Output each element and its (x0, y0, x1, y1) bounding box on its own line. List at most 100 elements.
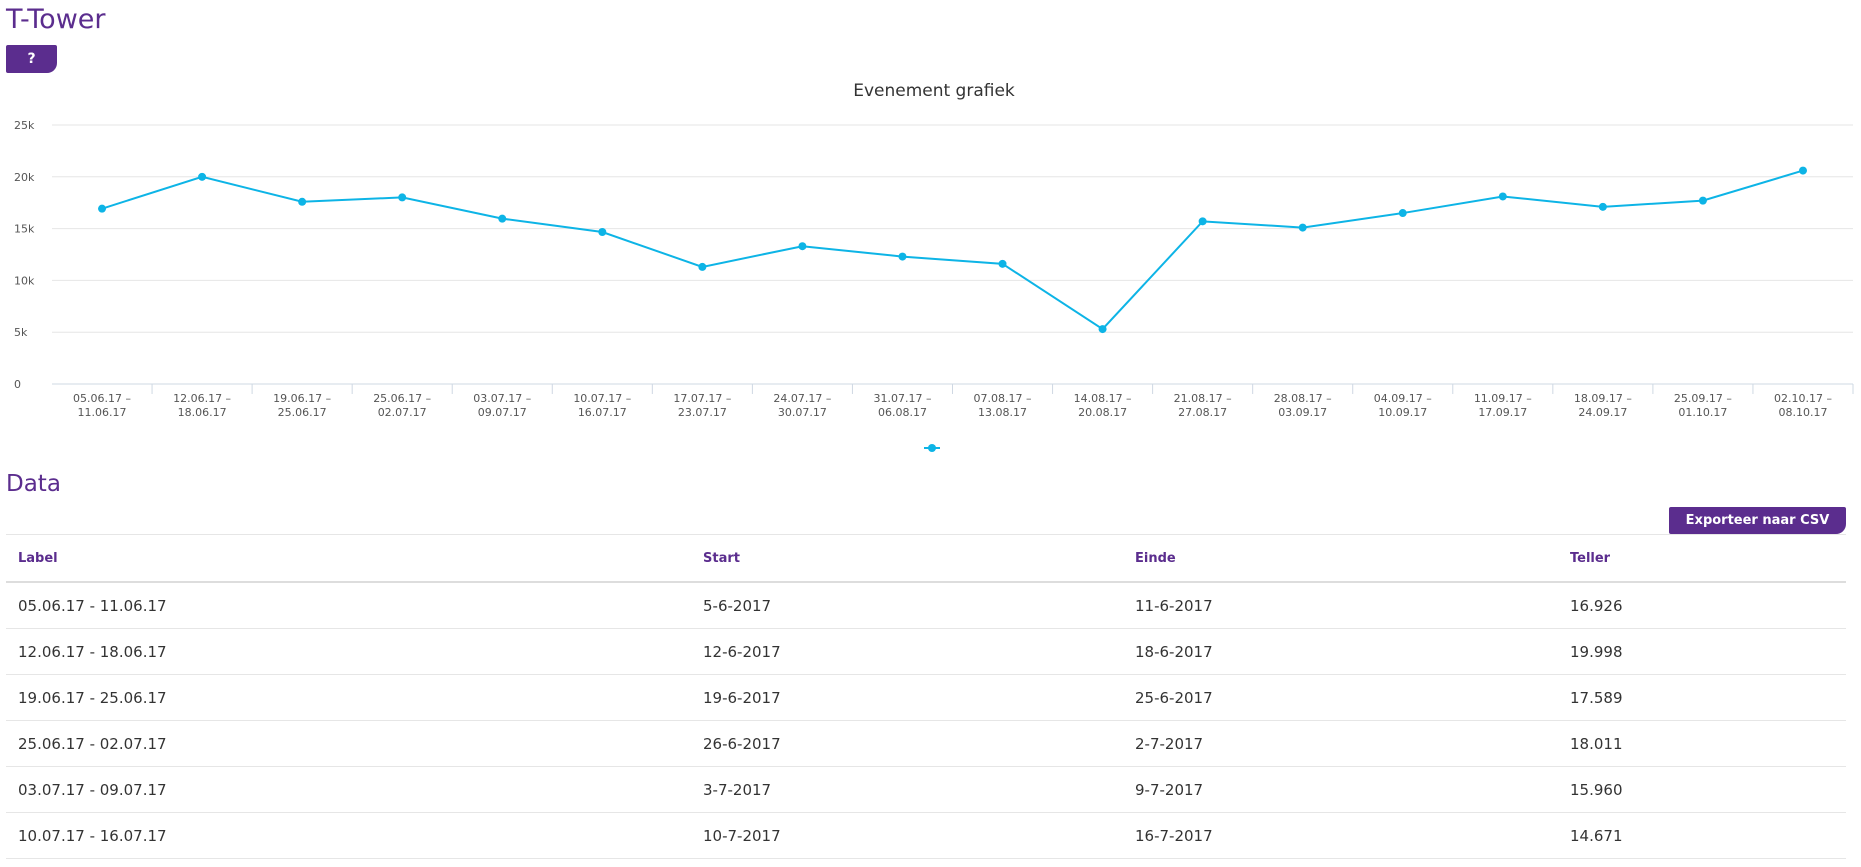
cell-count: 17.589 (1558, 674, 1846, 721)
data-point[interactable] (1298, 223, 1307, 232)
x-tick-label: 09.07.17 (478, 406, 527, 419)
page: T-Tower ? Evenement grafiek 0 5k 10k 15k 20k… (0, 0, 1861, 867)
data-point[interactable] (1098, 325, 1107, 334)
chart-legend[interactable] (924, 444, 940, 452)
x-tick-label: 24.07.17 – (773, 392, 831, 405)
table-row: 10.07.17 - 16.07.17 10-7-2017 16-7-2017 … (6, 812, 1846, 859)
cell-end: 16-7-2017 (1123, 812, 1558, 859)
x-tick-label: 06.08.17 (878, 406, 927, 419)
data-point[interactable] (198, 172, 207, 181)
x-tick-label: 10.09.17 (1378, 406, 1427, 419)
cell-label: 25.06.17 - 02.07.17 (6, 720, 691, 767)
data-point[interactable] (1598, 202, 1607, 211)
cell-start: 5-6-2017 (691, 582, 1123, 629)
data-point[interactable] (98, 204, 107, 213)
chart-gridlines (52, 124, 1853, 385)
x-tick-label: 28.08.17 – (1274, 392, 1332, 405)
data-point[interactable] (598, 228, 607, 237)
cell-count: 14.671 (1558, 812, 1846, 859)
cell-label: 10.07.17 - 16.07.17 (6, 812, 691, 859)
help-button[interactable]: ? (6, 45, 57, 73)
x-tick-label: 11.09.17 – (1474, 392, 1532, 405)
x-tick-label: 30.07.17 (778, 406, 827, 419)
x-tick-label: 17.07.17 – (673, 392, 731, 405)
cell-start: 26-6-2017 (691, 720, 1123, 767)
y-axis-ticks: 0 5k 10k 15k 20k 25k (14, 119, 35, 391)
data-point[interactable] (1698, 196, 1707, 205)
x-tick-label: 16.07.17 (578, 406, 627, 419)
column-header-end[interactable]: Einde (1123, 534, 1558, 583)
data-point[interactable] (298, 197, 307, 206)
x-tick-label: 10.07.17 – (573, 392, 631, 405)
cell-start: 12-6-2017 (691, 628, 1123, 675)
data-point[interactable] (1798, 166, 1807, 175)
x-tick-label: 17.09.17 (1478, 406, 1527, 419)
series-line (101, 169, 1804, 331)
chart-series (98, 166, 1807, 334)
export-csv-button[interactable]: Exporteer naar CSV (1669, 507, 1846, 534)
y-tick-label: 15k (14, 223, 35, 236)
data-section-title: Data (6, 471, 61, 497)
cell-label: 05.06.17 - 11.06.17 (6, 582, 691, 629)
data-point[interactable] (698, 262, 707, 271)
x-tick-label: 27.08.17 (1178, 406, 1227, 419)
x-tick-label: 01.10.17 (1678, 406, 1727, 419)
x-tick-label: 14.08.17 – (1074, 392, 1132, 405)
x-tick-label: 18.06.17 (178, 406, 227, 419)
cell-end: 9-7-2017 (1123, 766, 1558, 813)
data-point[interactable] (898, 252, 907, 261)
legend-marker-icon[interactable] (928, 444, 936, 452)
x-tick-label: 25.09.17 – (1674, 392, 1732, 405)
data-point[interactable] (498, 214, 507, 223)
cell-label: 19.06.17 - 25.06.17 (6, 674, 691, 721)
data-point[interactable] (798, 242, 807, 251)
event-chart: Evenement grafiek 0 5k 10k 15k 20k 25k 05.06.… (0, 78, 1861, 463)
x-tick-label: 04.09.17 – (1374, 392, 1432, 405)
cell-label: 12.06.17 - 18.06.17 (6, 628, 691, 675)
y-tick-label: 0 (14, 378, 21, 391)
data-point[interactable] (398, 193, 407, 202)
cell-count: 18.011 (1558, 720, 1846, 767)
y-tick-label: 10k (14, 274, 35, 287)
x-tick-label: 02.07.17 (378, 406, 427, 419)
cell-end: 18-6-2017 (1123, 628, 1558, 675)
page-title: T-Tower (6, 4, 106, 35)
x-tick-label: 03.07.17 – (473, 392, 531, 405)
x-tick-label: 07.08.17 – (974, 392, 1032, 405)
y-tick-label: 20k (14, 171, 35, 184)
table-row: 05.06.17 - 11.06.17 5-6-2017 11-6-2017 1… (6, 582, 1846, 629)
y-tick-label: 25k (14, 119, 35, 132)
cell-end: 25-6-2017 (1123, 674, 1558, 721)
cell-end: 11-6-2017 (1123, 582, 1558, 629)
x-tick-label: 05.06.17 – (73, 392, 131, 405)
data-table: Label Start Einde Teller 05.06.17 - 11.0… (6, 534, 1846, 859)
x-tick-label: 23.07.17 (678, 406, 727, 419)
column-header-count[interactable]: Teller (1558, 534, 1846, 583)
cell-label: 03.07.17 - 09.07.17 (6, 766, 691, 813)
x-tick-label: 31.07.17 – (873, 392, 931, 405)
x-tick-label: 11.06.17 (78, 406, 127, 419)
x-tick-label: 24.09.17 (1578, 406, 1627, 419)
cell-start: 19-6-2017 (691, 674, 1123, 721)
data-point[interactable] (998, 259, 1007, 268)
data-point[interactable] (1498, 192, 1507, 201)
cell-count: 19.998 (1558, 628, 1846, 675)
event-chart-svg: Evenement grafiek 0 5k 10k 15k 20k 25k 05.06.… (14, 81, 1854, 452)
column-header-label[interactable]: Label (6, 534, 691, 583)
table-row: 12.06.17 - 18.06.17 12-6-2017 18-6-2017 … (6, 628, 1846, 675)
table-row: 19.06.17 - 25.06.17 19-6-2017 25-6-2017 … (6, 674, 1846, 721)
data-point[interactable] (1198, 217, 1207, 226)
table-row: 25.06.17 - 02.07.17 26-6-2017 2-7-2017 1… (6, 720, 1846, 767)
x-tick-label: 03.09.17 (1278, 406, 1327, 419)
x-tick-label: 25.06.17 (278, 406, 327, 419)
table-row: 03.07.17 - 09.07.17 3-7-2017 9-7-2017 15… (6, 766, 1846, 813)
x-tick-label: 21.08.17 – (1174, 392, 1232, 405)
x-tick-label: 13.08.17 (978, 406, 1027, 419)
cell-end: 2-7-2017 (1123, 720, 1558, 767)
x-tick-label: 02.10.17 – (1774, 392, 1832, 405)
x-tick-label: 25.06.17 – (373, 392, 431, 405)
cell-count: 15.960 (1558, 766, 1846, 813)
data-point[interactable] (1398, 209, 1407, 218)
column-header-start[interactable]: Start (691, 534, 1123, 583)
chart-title: Evenement grafiek (853, 81, 1015, 101)
